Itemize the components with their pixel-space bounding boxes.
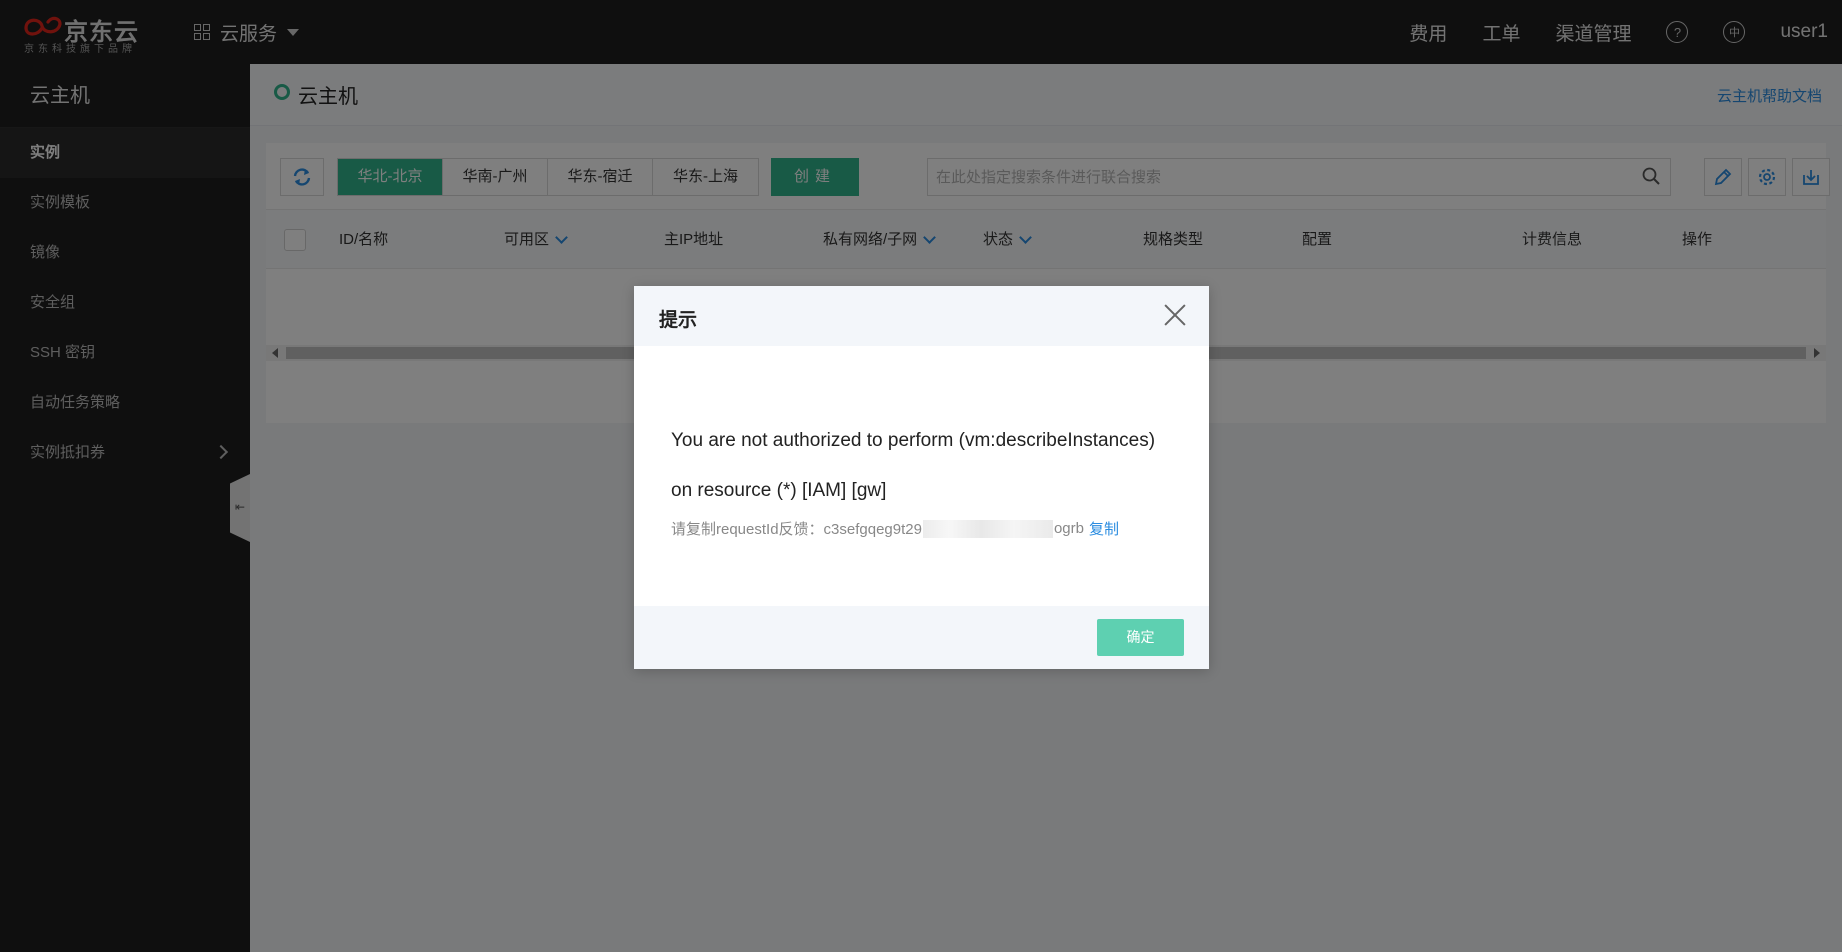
copy-request-id-link[interactable]: 复制	[1089, 518, 1119, 539]
redacted-request-id	[922, 519, 1053, 538]
request-id-suffix: ogrb	[1053, 520, 1084, 537]
dialog-header: 提示	[634, 286, 1209, 346]
error-message-line2: on resource (*) [IAM] [gw]	[671, 480, 887, 501]
error-message-line1: You are not authorized to perform (vm:de…	[671, 430, 1156, 451]
request-id-prefix: 请复制requestId反馈：c3sefgqeg9t29	[671, 521, 922, 538]
dialog-footer: 确定	[634, 606, 1209, 669]
dialog-body: You are not authorized to perform (vm:de…	[634, 346, 1209, 606]
dialog-title: 提示	[659, 310, 698, 331]
request-id-feedback: 请复制requestId反馈：c3sefgqeg9t29 ogrb 复制	[671, 518, 1119, 539]
confirm-button[interactable]: 确定	[1097, 619, 1184, 656]
alert-dialog: 提示 You are not authorized to perform (vm…	[634, 286, 1209, 669]
close-icon[interactable]	[1163, 303, 1187, 327]
